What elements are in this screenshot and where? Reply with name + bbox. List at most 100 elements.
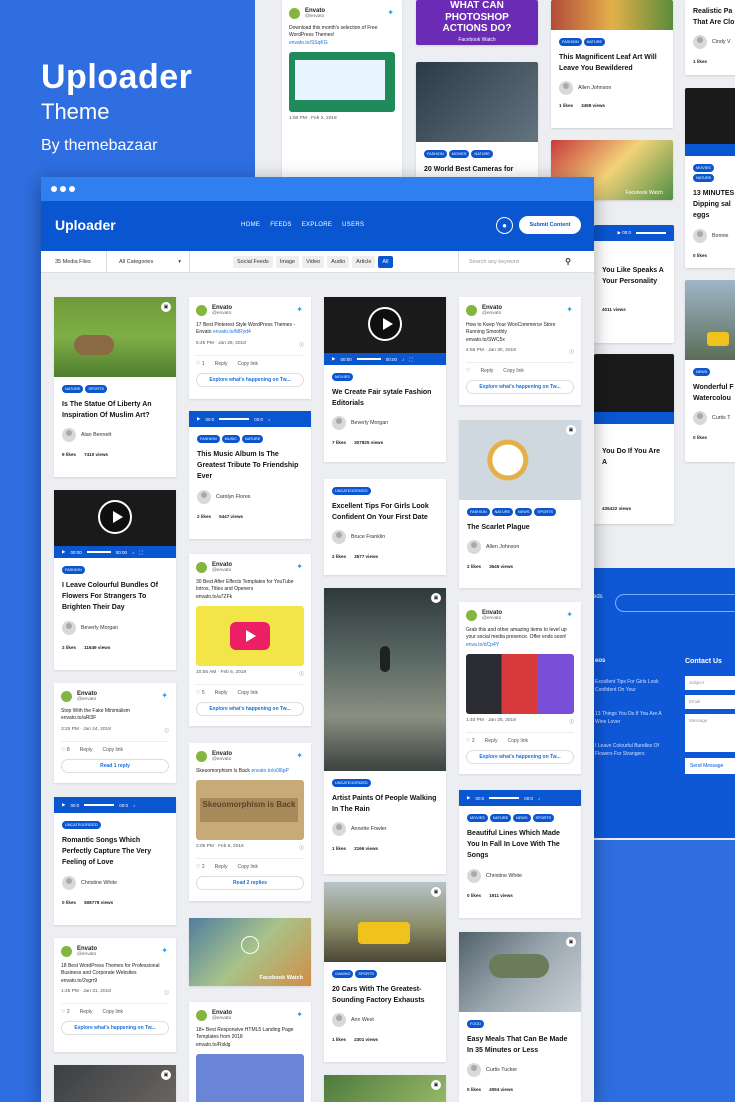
tweet-card[interactable]: Envato @envato ✦ Skeuomorphism Is Back en… [189, 743, 311, 901]
tab-social-feeds[interactable]: Social Feeds [233, 256, 273, 268]
tweet-card[interactable]: Envato @envato ✦ 18+ Best Responsive HTML… [189, 1002, 311, 1102]
twitter-bird-icon[interactable]: ✦ [296, 562, 303, 571]
play-icon[interactable]: ▶ [62, 802, 65, 808]
twitter-bird-icon[interactable]: ✦ [566, 610, 573, 619]
tab-image[interactable]: Image [275, 256, 300, 268]
volume-icon[interactable]: ♪ [402, 357, 404, 362]
play-icon[interactable]: ▶ [467, 795, 470, 801]
media-card[interactable]: ▶ 00:00 00:00 ♪ ⛶ MOVIES We Create Fair syta… [324, 297, 446, 462]
category-select[interactable]: All Categories ▾ [106, 251, 190, 273]
card-title[interactable]: Artist Paints Of People Walking In The R… [324, 787, 446, 815]
media-card[interactable]: ▣ [324, 1075, 446, 1102]
audio-player[interactable]: ▶ 00:0 00:0 ♪ [459, 790, 581, 806]
search-icon[interactable]: ⚲ [565, 257, 571, 266]
card-title[interactable]: The Scarlet Plague [459, 516, 581, 533]
tab-article[interactable]: Article [352, 256, 376, 268]
media-card[interactable]: ▶ 00:00 00:00 ♪ ⛶ FASHION I Leave Colourful … [54, 490, 176, 670]
explore-twitter-button[interactable]: Explore what's happening on Tw... [466, 749, 574, 764]
volume-icon[interactable]: ♪ [133, 803, 135, 808]
audio-player[interactable]: ▶ 00:0 00:0 ♪ [189, 411, 311, 427]
reply-button[interactable]: Reply [80, 747, 93, 753]
media-card[interactable]: UNCATEGORIZED Excellent Tips For Girls L… [324, 479, 446, 575]
copy-link-button[interactable]: Copy link [237, 690, 258, 696]
explore-twitter-button[interactable]: Explore what's happening on Tw... [466, 379, 574, 394]
site-logo[interactable]: Uploader [55, 217, 116, 233]
tab-audio[interactable]: Audio [327, 256, 350, 268]
search-input[interactable]: Search any keyword ⚲ [458, 251, 581, 273]
tab-all[interactable]: All [378, 256, 393, 268]
tweet-link[interactable]: envato.to/a7ZFk [196, 594, 304, 601]
card-title[interactable]: Excellent Tips For Girls Look Confident … [324, 495, 446, 523]
reply-button[interactable]: Reply [485, 738, 498, 744]
media-card[interactable]: ▣ GAMING SPORTS 20 Cars With The Greatest… [324, 882, 446, 1062]
copy-link-button[interactable]: Copy link [237, 864, 258, 870]
copy-link-button[interactable]: Copy link [102, 1009, 123, 1015]
tweet-image[interactable] [196, 605, 304, 666]
submit-content-button[interactable]: Submit Content [519, 216, 581, 234]
media-card[interactable]: ▶ 00:0 00:0 ♪ UNCATEGORIZED Romantic Songs … [54, 797, 176, 925]
reply-button[interactable]: Reply [80, 1009, 93, 1015]
card-title[interactable]: 20 Cars With The Greatest-Sounding Facto… [324, 978, 446, 1006]
author-name[interactable]: Alan Bennett [81, 432, 111, 438]
tab-video[interactable]: Video [302, 256, 325, 268]
media-card[interactable]: ▣ [54, 1065, 176, 1102]
tweet-link[interactable]: envato.to/MRyd4 [213, 329, 251, 335]
copy-link-button[interactable]: Copy link [102, 747, 123, 753]
tweet-image[interactable] [466, 653, 574, 714]
menu-users[interactable]: USERS [342, 222, 364, 228]
card-title[interactable]: Easy Meals That Can Be Made In 35 Minute… [459, 1028, 581, 1056]
menu-home[interactable]: HOME [241, 222, 260, 228]
explore-twitter-button[interactable]: Explore what's happening on Tw... [196, 701, 304, 716]
volume-icon[interactable]: ♪ [538, 796, 540, 801]
volume-icon[interactable]: ♪ [268, 417, 270, 422]
play-icon[interactable]: ▶ [197, 416, 200, 422]
card-title[interactable]: Is The Statue Of Liberty An Inspiration … [54, 393, 176, 421]
fullscreen-icon[interactable]: ⛶ [139, 550, 142, 555]
tweet-link[interactable]: envato.to/o0l6pP [251, 768, 289, 774]
tweet-link[interactable]: envato.to/aRl3F [61, 715, 169, 722]
tweet-link[interactable]: envato.to/2vgrr9 [61, 978, 169, 985]
tweet-card[interactable]: Envato @envato ✦ Grab this and other amaz… [459, 602, 581, 774]
tweet-card[interactable]: Envato @envato ✦ 17 Best Pinterest Style … [189, 297, 311, 399]
copy-link-button[interactable]: Copy link [507, 738, 528, 744]
reply-button[interactable]: Reply [215, 361, 228, 367]
video-player[interactable]: ▶ 00:00 00:00 ♪ ⛶ [324, 297, 446, 365]
reply-button[interactable]: Reply [480, 368, 493, 374]
tweet-card[interactable]: Envato @envato ✦ 30 Best After Effects Te… [189, 554, 311, 726]
card-title[interactable]: This Music Album Is The Greatest Tribute… [189, 443, 311, 483]
tweet-card[interactable]: Envato @envato ✦ 18 Best WordPress Themes… [54, 938, 176, 1052]
twitter-bird-icon[interactable]: ✦ [296, 751, 303, 760]
reply-button[interactable]: Reply [215, 864, 228, 870]
card-title[interactable]: I Leave Colourful Bundles Of Flowers For… [54, 574, 176, 614]
media-card[interactable]: ▶ 00:0 00:0 ♪ MOVIES NATURE NEWS SPORTS Beauti… [459, 790, 581, 918]
reply-button[interactable]: Reply [215, 690, 228, 696]
card-title[interactable]: We Create Fair sytale Fashion Editorials [324, 381, 446, 409]
play-icon[interactable] [368, 307, 402, 341]
read-replies-button[interactable]: Read 1 reply [61, 758, 169, 773]
twitter-bird-icon[interactable]: ✦ [161, 946, 168, 955]
twitter-bird-icon[interactable]: ✦ [296, 305, 303, 314]
user-icon[interactable]: ● [496, 217, 513, 234]
twitter-bird-icon[interactable]: ✦ [296, 1010, 303, 1019]
twitter-bird-icon[interactable]: ✦ [566, 305, 573, 314]
menu-explore[interactable]: EXPLORE [302, 222, 332, 228]
play-icon[interactable] [241, 936, 259, 954]
tweet-link[interactable]: envato.to/SWC5x [466, 337, 574, 344]
media-card[interactable]: ▣ FOOD Easy Meals That Can Be Made In 35… [459, 932, 581, 1102]
explore-twitter-button[interactable]: Explore what's happening on Tw... [61, 1020, 169, 1035]
explore-twitter-button[interactable]: Explore what's happening on Tw... [196, 372, 304, 387]
tweet-image[interactable] [196, 1053, 304, 1102]
tweet-link[interactable]: enva.to/dCp4Y [466, 642, 499, 648]
tweet-link[interactable]: envato.to/Rxklg [196, 1042, 304, 1049]
menu-feeds[interactable]: FEEDS [270, 222, 292, 228]
copy-link-button[interactable]: Copy link [503, 368, 524, 374]
card-title[interactable]: Romantic Songs Which Perfectly Capture T… [54, 829, 176, 869]
facebook-watch-card[interactable]: Facebook Watch [189, 918, 311, 986]
copy-link-button[interactable]: Copy link [237, 361, 258, 367]
audio-player[interactable]: ▶ 00:0 00:0 ♪ [54, 797, 176, 813]
media-card[interactable]: ▣ FASHION NATURE NEWS SPORTS The Scarlet Pl… [459, 420, 581, 588]
media-card[interactable]: ▶ 00:0 00:0 ♪ FASHION MUSIC NATURE This Music… [189, 411, 311, 539]
play-icon[interactable]: ▶ [62, 549, 65, 555]
card-title[interactable]: Beautiful Lines Which Made You In Fall I… [459, 822, 581, 862]
twitter-bird-icon[interactable]: ✦ [161, 691, 168, 700]
